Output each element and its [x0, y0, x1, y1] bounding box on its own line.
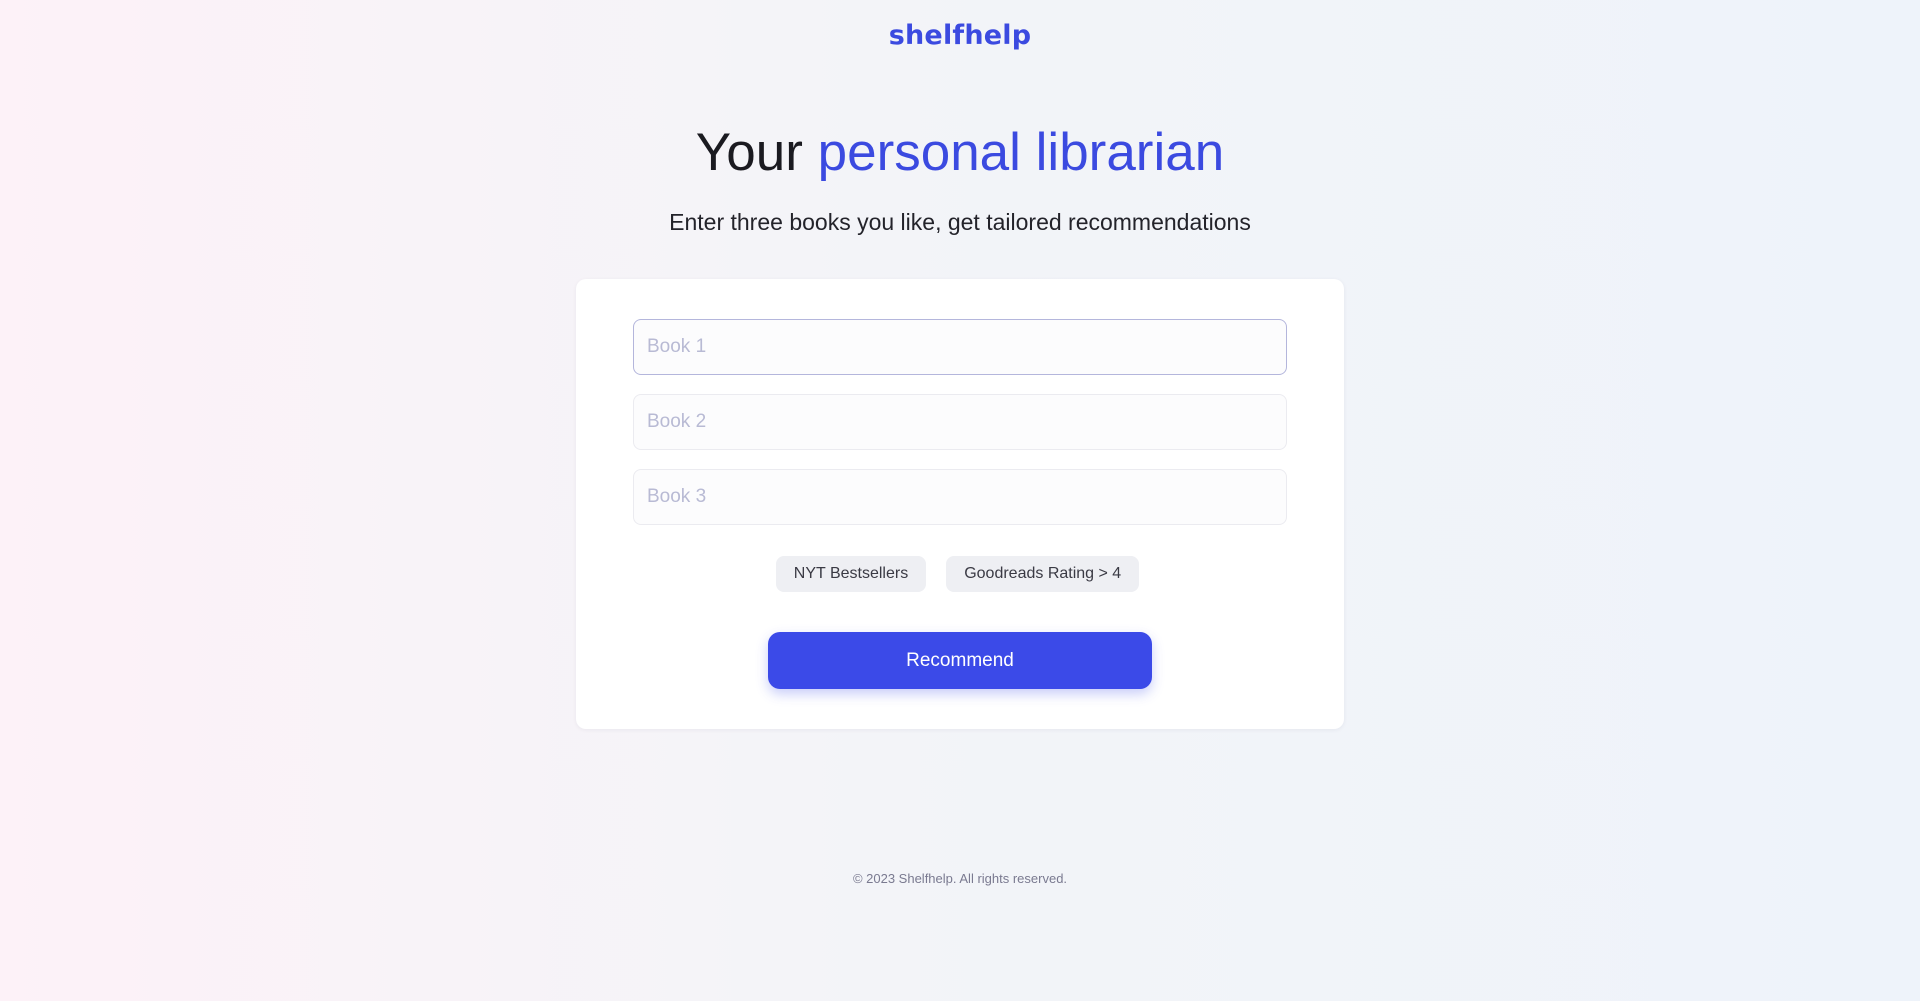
- filter-chip-goodreads-rating[interactable]: Goodreads Rating > 4: [946, 556, 1140, 592]
- footer-copyright: © 2023 Shelfhelp. All rights reserved.: [852, 871, 1068, 886]
- page-subtitle: Enter three books you like, get tailored…: [669, 209, 1251, 235]
- title-prefix: Your: [695, 123, 803, 182]
- book-1-input[interactable]: [633, 319, 1287, 375]
- filter-chip-nyt-bestsellers[interactable]: NYT Bestsellers: [775, 556, 927, 592]
- book-2-input[interactable]: [633, 394, 1287, 450]
- recommend-button[interactable]: Recommend: [768, 632, 1152, 689]
- filter-chips: NYT Bestsellers Goodreads Rating > 4: [576, 556, 1344, 592]
- title-accent: personal librarian: [817, 123, 1225, 182]
- recommendation-form-card: NYT Bestsellers Goodreads Rating > 4 Rec…: [576, 279, 1344, 729]
- book-3-input[interactable]: [633, 469, 1287, 525]
- logo[interactable]: shelfhelp: [0, 20, 1920, 51]
- page-title: Your personal librarian: [0, 118, 1920, 188]
